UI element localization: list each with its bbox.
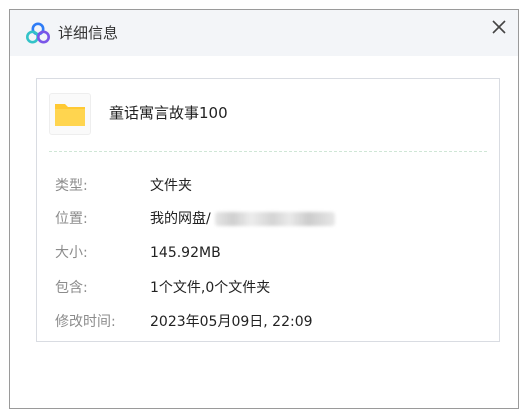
detail-label: 位置: [55, 211, 88, 227]
detail-label: 类型: [55, 178, 88, 194]
detail-row-type: 类型: 文件夹 [55, 175, 485, 197]
detail-value: 145.92MB [150, 245, 221, 261]
location-path[interactable]: 我的网盘/ [150, 211, 211, 227]
folder-icon [55, 104, 85, 126]
close-icon[interactable] [488, 16, 510, 38]
details-panel: 童话寓言故事100 类型: 文件夹 位置: 我的网盘/ 大小: 145.92MB… [36, 78, 500, 342]
redacted-path [214, 212, 335, 226]
baidu-netdisk-logo-icon [26, 22, 50, 44]
folder-name: 童话寓言故事100 [109, 104, 228, 122]
detail-row-size: 大小: 145.92MB [55, 242, 485, 264]
divider [49, 151, 487, 152]
detail-label: 修改时间: [55, 314, 116, 330]
detail-row-modified: 修改时间: 2023年05月09日, 22:09 [55, 311, 485, 333]
dialog-title: 详细信息 [58, 24, 119, 42]
detail-row-location: 位置: 我的网盘/ [55, 208, 485, 230]
detail-value-wrap: 我的网盘/ [150, 208, 335, 230]
detail-label: 大小: [55, 245, 88, 261]
detail-value: 文件夹 [150, 178, 192, 194]
detail-value: 1个文件,0个文件夹 [150, 280, 271, 296]
detail-label: 包含: [55, 280, 88, 296]
folder-thumbnail [49, 93, 91, 135]
detail-row-contains: 包含: 1个文件,0个文件夹 [55, 277, 485, 299]
dialog-titlebar: 详细信息 [10, 10, 518, 56]
detail-value: 2023年05月09日, 22:09 [150, 314, 313, 330]
details-dialog: 详细信息 童话寓言故事100 类型: 文件夹 位置: 我的网盘/ 大小: 145… [9, 9, 519, 409]
